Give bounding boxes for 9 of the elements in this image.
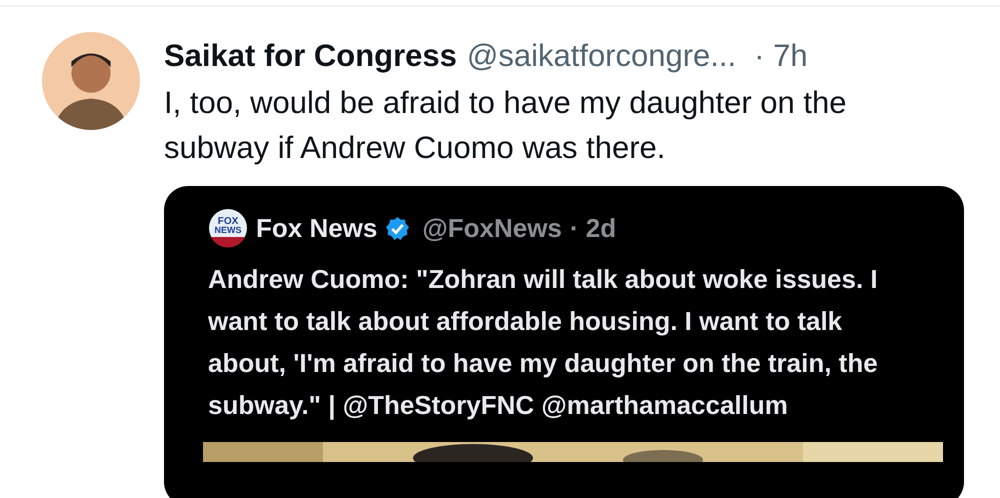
author-name[interactable]: Saikat for Congress (164, 38, 457, 74)
quoted-author-handle: @FoxNews (422, 212, 562, 244)
quoted-post-time: · 2d (570, 212, 616, 244)
quoted-post-text: Andrew Cuomo: "Zohran will talk about woke issues. I want to talk about affordable housing. I want to talk about, 'I'm afraid to have my daughter on the train, the subway." | @TheStoryFNC @marthamaccallum (208, 263, 879, 422)
quoted-author-name: Fox News (256, 212, 378, 244)
author-handle[interactable]: @saikatforcongre... (466, 38, 736, 74)
post-time: · 7h (754, 38, 808, 74)
logo-icon: FOX NEWS (208, 208, 248, 248)
post-text: I, too, would be afraid to have my daughter on the subway if Andrew Cuomo was there. (164, 84, 848, 167)
